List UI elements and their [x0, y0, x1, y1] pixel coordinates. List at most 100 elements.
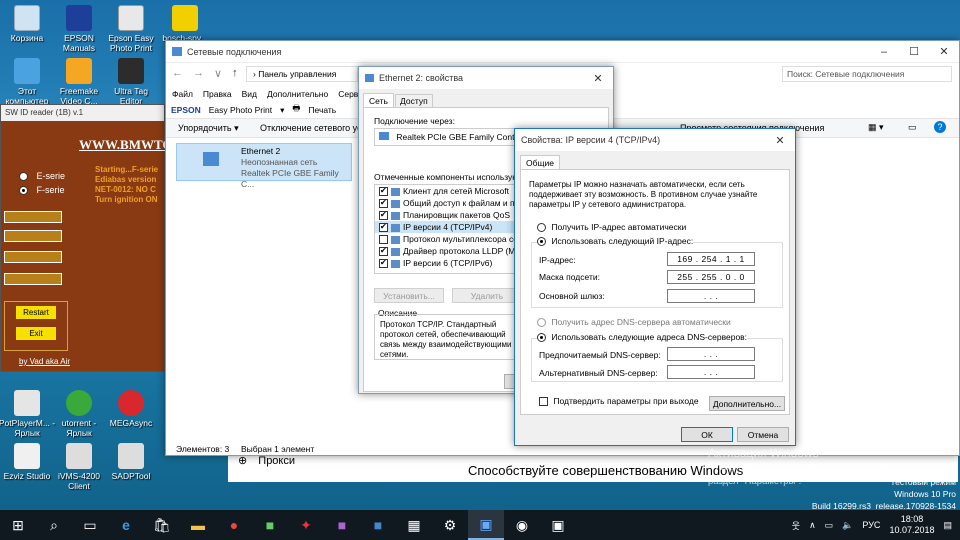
- taskbar-chrome[interactable]: ●: [216, 510, 252, 540]
- menu-view[interactable]: Вид: [242, 89, 257, 99]
- gateway-field[interactable]: . . .: [667, 289, 755, 303]
- back-arrow-icon[interactable]: ←: [172, 67, 183, 80]
- ok-button[interactable]: ОК: [681, 427, 733, 442]
- maximize-button[interactable]: ☐: [899, 41, 929, 63]
- task-view-button[interactable]: ▭: [72, 510, 108, 540]
- bmw-app-button-1[interactable]: [4, 211, 62, 223]
- auto-ip-radio[interactable]: Получить IP-адрес автоматически: [537, 222, 686, 233]
- desktop-icon-freemake[interactable]: Freemake Video C...: [50, 58, 108, 106]
- minimize-button[interactable]: –: [869, 41, 899, 63]
- checkbox-icon[interactable]: [379, 197, 388, 209]
- desktop-icon-epson-photo[interactable]: Epson Easy Photo Print: [102, 5, 160, 53]
- epson-app-dropdown[interactable]: Easy Photo Print: [209, 105, 272, 115]
- taskbar-app-grey[interactable]: ▣: [540, 510, 576, 540]
- exit-button[interactable]: Exit: [16, 327, 56, 340]
- desktop-icon-megasync[interactable]: MEGAsync: [102, 390, 160, 428]
- alternate-dns-field[interactable]: . . .: [667, 365, 755, 379]
- install-button[interactable]: Установить...: [374, 288, 444, 303]
- up-arrow-icon[interactable]: ↑: [232, 67, 238, 80]
- checkbox-icon[interactable]: [379, 185, 388, 197]
- forward-arrow-icon[interactable]: →: [193, 67, 204, 80]
- close-button[interactable]: ✕: [583, 67, 613, 89]
- clock-time: 18:08: [900, 514, 924, 524]
- taskbar-network-connections[interactable]: ▣: [468, 510, 504, 540]
- menu-file[interactable]: Файл: [172, 89, 193, 99]
- ip-address-field[interactable]: 169 . 254 . 1 . 1: [667, 252, 755, 266]
- network-tray-icon[interactable]: ▭: [825, 520, 834, 531]
- search-button[interactable]: ⌕: [36, 510, 72, 540]
- restart-button[interactable]: Restart: [16, 306, 56, 319]
- tab-access[interactable]: Доступ: [395, 94, 433, 108]
- notifications-icon[interactable]: ▤: [943, 520, 952, 531]
- mega-icon: [118, 390, 144, 416]
- validate-checkbox[interactable]: Подтвердить параметры при выходе: [539, 396, 699, 407]
- preferred-dns-field[interactable]: . . .: [667, 347, 755, 361]
- address-bar[interactable]: › Панель управления: [246, 66, 358, 82]
- desktop-icon-epson-manuals[interactable]: EPSON Manuals: [50, 5, 108, 53]
- epson-print-button[interactable]: Печать: [308, 105, 336, 115]
- desktop-icon-ezviz[interactable]: Ezviz Studio: [0, 443, 56, 481]
- close-button[interactable]: ✕: [929, 41, 959, 63]
- tab-network[interactable]: Сеть: [363, 93, 394, 108]
- remove-button[interactable]: Удалить: [452, 288, 522, 303]
- taskbar-app-blue[interactable]: ■: [360, 510, 396, 540]
- desktop-icon-ultratag[interactable]: Ultra Tag Editor: [102, 58, 160, 106]
- window-title: Сетевые подключения: [187, 46, 282, 57]
- bmw-app-button-2[interactable]: [4, 230, 62, 242]
- taskbar: ⊞ ⌕ ▭ e 🛍 ▬ ● ■ ✦ ■ ■ ▦ ⚙ ▣ ◉ ▣ 웃 ∧ ▭ 🔈 …: [0, 510, 960, 540]
- taskbar-store[interactable]: 🛍: [144, 510, 180, 540]
- desktop-icon-this-pc[interactable]: Этот компьютер: [0, 58, 56, 106]
- checkbox-icon[interactable]: [379, 209, 388, 221]
- cancel-button[interactable]: Отмена: [737, 427, 789, 442]
- desktop-icon-sadptool[interactable]: SADPTool: [102, 443, 160, 481]
- menu-service[interactable]: Серв: [338, 89, 358, 99]
- epson-manuals-icon: [66, 5, 92, 31]
- clock[interactable]: 18:08 10.07.2018: [889, 514, 934, 536]
- desktop-icon-bosch[interactable]: bosch-spv...: [156, 5, 214, 43]
- radio-e-serie[interactable]: E-serie: [19, 171, 65, 182]
- sadptool-icon: [118, 443, 144, 469]
- search-input[interactable]: Поиск: Сетевые подключения: [782, 66, 952, 82]
- taskbar-edge[interactable]: e: [108, 510, 144, 540]
- taskbar-bmw[interactable]: ◉: [504, 510, 540, 540]
- desktop-icon-ivms[interactable]: iVMS-4200 Client: [50, 443, 108, 491]
- taskbar-app-red[interactable]: ✦: [288, 510, 324, 540]
- advanced-button[interactable]: Дополнительно...: [709, 396, 785, 411]
- taskbar-app-green[interactable]: ■: [252, 510, 288, 540]
- start-button[interactable]: ⊞: [0, 510, 36, 540]
- auto-dns-radio[interactable]: Получить адрес DNS-сервера автоматически: [537, 317, 731, 328]
- taskbar-explorer[interactable]: ▬: [180, 510, 216, 540]
- volume-icon[interactable]: 🔈: [842, 520, 853, 531]
- desktop-icon-utorrent[interactable]: utorrent - Ярлык: [50, 390, 108, 438]
- manual-dns-radio[interactable]: Использовать следующие адреса DNS-сервер…: [537, 332, 748, 343]
- disconnect-device-button[interactable]: Отключение сетевого уст: [260, 123, 366, 133]
- checkbox-icon[interactable]: [379, 245, 388, 257]
- help-icon[interactable]: ?: [934, 121, 946, 133]
- checkbox-icon[interactable]: [379, 257, 388, 269]
- menu-advanced[interactable]: Дополнительно: [267, 89, 328, 99]
- menu-bar: Файл Правка Вид Дополнительно Серв: [172, 89, 358, 99]
- person-icon[interactable]: 웃: [792, 519, 800, 532]
- adapter-ethernet-2[interactable]: Ethernet 2 Неопознанная сеть Realtek PCI…: [176, 143, 352, 189]
- dropdown-arrow-icon[interactable]: ∨: [214, 67, 222, 80]
- organize-button[interactable]: Упорядочить ▾: [178, 123, 239, 134]
- taskbar-calculator[interactable]: ▦: [396, 510, 432, 540]
- tab-general[interactable]: Общие: [520, 155, 560, 170]
- radio-f-serie[interactable]: F-serie: [19, 185, 65, 196]
- bmw-app-button-3[interactable]: [4, 251, 62, 263]
- bmw-app-button-4[interactable]: [4, 273, 62, 285]
- menu-edit[interactable]: Правка: [203, 89, 232, 99]
- pane-icon[interactable]: ▭: [908, 122, 917, 133]
- checkbox-icon[interactable]: [379, 221, 388, 233]
- view-options-icon[interactable]: ▦ ▾: [868, 122, 884, 133]
- taskbar-settings[interactable]: ⚙: [432, 510, 468, 540]
- chevron-up-icon[interactable]: ∧: [809, 520, 816, 531]
- subnet-mask-field[interactable]: 255 . 255 . 0 . 0: [667, 270, 755, 284]
- desktop-icon-recycle-bin[interactable]: Корзина: [0, 5, 56, 43]
- desktop-icon-potplayer[interactable]: PotPlayerM... - Ярлык: [0, 390, 56, 438]
- checkbox-icon[interactable]: [379, 235, 388, 245]
- taskbar-app-purple[interactable]: ■: [324, 510, 360, 540]
- language-indicator[interactable]: РУС: [862, 520, 880, 530]
- close-button[interactable]: ✕: [765, 129, 795, 151]
- manual-ip-radio[interactable]: Использовать следующий IP-адрес:: [537, 236, 694, 247]
